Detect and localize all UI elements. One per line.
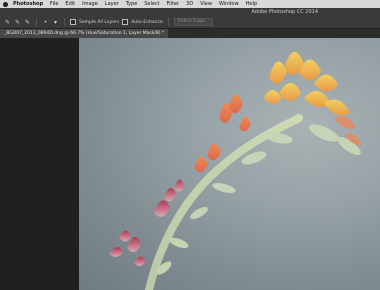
auto-enhance-label: Auto-Enhance	[131, 19, 163, 25]
menu-layer[interactable]: Layer	[105, 0, 119, 8]
menu-help[interactable]: Help	[246, 0, 257, 8]
sample-all-layers-label: Sample All Layers	[79, 19, 120, 25]
menu-type[interactable]: Type	[126, 0, 137, 8]
menu-app[interactable]: Photoshop	[13, 0, 43, 8]
menu-select[interactable]: Select	[144, 0, 159, 8]
divider	[64, 18, 65, 26]
document-tab[interactable]: _BGD07_2013_0894D.dng @ 66.7% (Hue/Satur…	[0, 29, 169, 38]
window-title: Adobe Photoshop CC 2014	[251, 9, 318, 15]
menu-3d[interactable]: 3D	[186, 0, 193, 8]
add-to-selection-icon[interactable]: ✎	[14, 19, 21, 26]
apple-icon[interactable]	[3, 1, 8, 7]
document-tab-bar: _BGD07_2013_0894D.dng @ 66.7% (Hue/Satur…	[0, 29, 380, 38]
auto-enhance-checkbox[interactable]	[122, 19, 129, 25]
subtract-selection-icon[interactable]: ✎	[24, 19, 31, 26]
divider	[167, 18, 169, 26]
options-tools: ✎ ✎ ✎ • ▾ Sample All Layers Auto-Enhance…	[4, 18, 213, 26]
chevron-down-icon[interactable]: ▾	[52, 19, 59, 26]
menu-bar: Photoshop File Edit Image Layer Type Sel…	[0, 0, 380, 8]
options-bar: Adobe Photoshop CC 2014 ✎ ✎ ✎ • ▾ Sample…	[0, 8, 380, 29]
menu-edit[interactable]: Edit	[65, 0, 75, 8]
sample-all-layers-checkbox[interactable]	[70, 19, 76, 25]
divider	[36, 18, 37, 26]
menu-view[interactable]: View	[200, 0, 212, 8]
quick-selection-icon[interactable]: ✎	[4, 19, 11, 26]
brush-size-icon[interactable]: •	[42, 19, 49, 26]
menu-image[interactable]: Image	[82, 0, 98, 8]
menu-filter[interactable]: Filter	[167, 0, 179, 8]
menu-file[interactable]: File	[50, 0, 58, 8]
succulent-photo	[109, 51, 362, 290]
document-canvas[interactable]	[79, 38, 380, 290]
refine-edge-button[interactable]: Refine Edge...	[173, 18, 213, 26]
menu-window[interactable]: Window	[219, 0, 239, 8]
